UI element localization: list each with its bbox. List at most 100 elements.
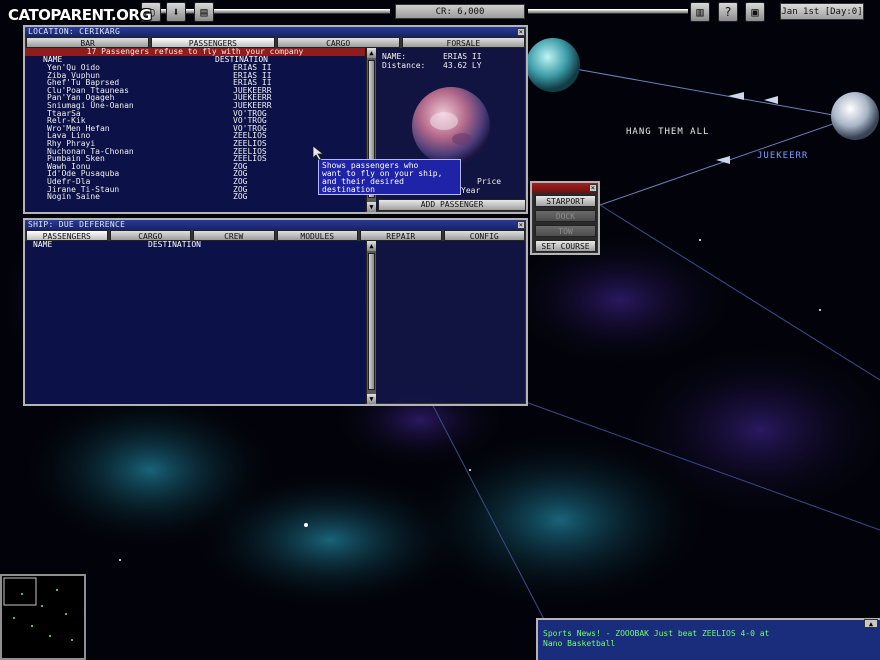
distance-value: 43.62 LY — [443, 61, 482, 70]
scroll-down-icon[interactable]: ▼ — [367, 202, 376, 212]
save-disk-icon[interactable]: ▣ — [745, 2, 765, 22]
tab-ship-config[interactable]: CONFIG — [443, 230, 525, 241]
passenger-name: Ghef'Tu Baprsed — [47, 79, 120, 87]
passenger-name: Lava Lino — [47, 132, 91, 140]
tab-passengers[interactable]: PASSENGERS — [151, 37, 275, 48]
tab-ship-crew[interactable]: CREW — [193, 230, 275, 241]
passengers-tooltip: Shows passengers who want to fly on your… — [318, 159, 461, 195]
ship-window: SHIP: DUE DEFERENCE × PASSENGERS CARGO C… — [23, 218, 528, 406]
location-window-title: LOCATION: CERIKARG × — [25, 27, 526, 37]
list-item[interactable]: Clu'Poan Ttauneas JUEKEERR — [25, 86, 365, 95]
minimap[interactable] — [0, 574, 86, 660]
passenger-name: Clu'Poan Ttauneas — [47, 86, 129, 95]
passenger-list-header: NAME DESTINATION — [25, 56, 365, 64]
passenger-name: Nuchonan Ta-Chonan — [47, 147, 134, 156]
passenger-name: Sniumagi Une-Oanan — [47, 101, 134, 110]
close-icon[interactable]: × — [517, 28, 525, 36]
list-item[interactable]: Ghef'Tu Baprsed ERIAS II — [25, 79, 365, 87]
passenger-name: Yen'Qu Oido — [47, 64, 100, 72]
add-passenger-button[interactable]: ADD PASSENGER — [378, 199, 526, 211]
scroll-up-icon[interactable]: ▲ — [367, 48, 376, 58]
news-line-1: Sports News! - ZOOOBAK Just beat ZEELIOS… — [543, 629, 770, 638]
price-line-2: Year — [461, 186, 481, 195]
list-item[interactable]: Nogin Saine ZOG — [25, 193, 365, 201]
list-item[interactable]: Ziba Vuphun ERIAS II — [25, 71, 365, 80]
ship-list-header: NAME DESTINATION — [25, 241, 365, 249]
location-title-text: LOCATION: CERIKARG — [28, 27, 121, 36]
list-item[interactable]: TtaarSa VO'TROG — [25, 109, 365, 118]
passenger-name: Relr-Kik — [47, 117, 86, 125]
passenger-name: Wro'Men Hefan — [47, 124, 110, 133]
ship-window-title: SHIP: DUE DEFERENCE × — [25, 220, 526, 230]
destination-planet-image — [412, 87, 490, 165]
credits-display: CR: 6,000 — [395, 4, 525, 19]
ship-col-destination: DESTINATION — [148, 241, 201, 249]
close-icon[interactable]: × — [517, 221, 525, 229]
passenger-name: Wawh Ionu — [47, 162, 91, 171]
download-icon[interactable]: ⬇ — [166, 2, 186, 22]
ship-scrollbar[interactable]: ▲ ▼ — [366, 241, 376, 404]
passenger-name: Pumbain Sken — [47, 155, 105, 163]
log-icon[interactable]: ▤ — [194, 2, 214, 22]
mouse-cursor-icon — [313, 146, 324, 160]
list-item[interactable]: Pan'Yan Ogageh JUEKEERR — [25, 94, 365, 102]
passenger-name: Rhy Phrayi — [47, 139, 96, 148]
top-rail-right — [528, 9, 688, 14]
list-item[interactable]: Udefr-Dla ZOG — [25, 178, 365, 186]
help-icon[interactable]: ? — [718, 2, 738, 22]
news-ticker: Sports News! - ZOOOBAK Just beat ZEELIOS… — [536, 618, 880, 660]
tab-cargo[interactable]: CARGO — [276, 37, 400, 48]
list-item[interactable]: Jirane Ti-Staun ZOG — [25, 185, 365, 194]
nav-panel: × STARPORT DOCK TOW SET COURSE — [530, 181, 600, 255]
price-line-1: Price — [477, 177, 502, 186]
tab-ship-modules[interactable]: MODULES — [276, 230, 358, 241]
tab-ship-cargo[interactable]: CARGO — [109, 230, 191, 241]
list-item[interactable]: Yen'Qu Oido ERIAS II — [25, 64, 365, 72]
tab-ship-passengers[interactable]: PASSENGERS — [26, 230, 108, 241]
passenger-rows: Yen'Qu Oido ERIAS II Ziba Vuphun ERIAS II Gh… — [25, 64, 365, 201]
tab-forsale[interactable]: FORSALE — [401, 37, 525, 48]
set-course-button[interactable]: SET COURSE — [535, 240, 596, 252]
passenger-name: Pan'Yan Ogageh — [47, 94, 115, 102]
minimap-view — [3, 577, 73, 641]
list-item[interactable]: Lava Lino ZEELIOS — [25, 132, 365, 140]
stats-chart-icon[interactable]: ▥ — [690, 2, 710, 22]
news-expand-icon[interactable]: ▲ — [864, 619, 878, 628]
list-item[interactable]: Sniumagi Une-Oanan JUEKEERR — [25, 102, 365, 110]
scroll-up-icon[interactable]: ▲ — [367, 241, 376, 251]
date-display: Jan 1st [Day:0] — [780, 3, 864, 20]
location-tabs: BAR PASSENGERS CARGO FORSALE — [25, 37, 526, 48]
passenger-name: Ziba Vuphun — [47, 71, 100, 80]
watermark-logo: CATOPARENT.ORG — [8, 6, 152, 24]
ship-scroll-thumb[interactable] — [368, 253, 375, 390]
planet-name-label: NAME: — [382, 52, 407, 61]
list-item[interactable]: Id'Ode Pusaquba ZOG — [25, 170, 365, 178]
dock-button[interactable]: DOCK — [535, 210, 596, 222]
tab-ship-repair[interactable]: REPAIR — [360, 230, 442, 241]
close-icon[interactable]: × — [589, 184, 597, 192]
passenger-destination: ZOG — [233, 192, 248, 202]
passenger-list: 17 Passengers refuse to fly with your co… — [25, 48, 365, 212]
passenger-name: Nogin Saine — [47, 193, 100, 201]
ship-col-name: NAME — [33, 241, 53, 249]
tooltip-line-4: destination — [322, 185, 375, 194]
list-item[interactable]: Wro'Men Hefan VO'TROG — [25, 124, 365, 133]
passenger-name: Id'Ode Pusaquba — [47, 170, 120, 178]
top-bar: ▢ ⬇ ▤ CR: 6,000 ▥ ? ▣ Jan 1st [Day:0] CA… — [0, 0, 880, 24]
list-item[interactable]: Wawh Ionu ZOG — [25, 162, 365, 171]
player-ship-label[interactable]: HANG THEM ALL — [626, 127, 709, 137]
ship-title-text: SHIP: DUE DEFERENCE — [28, 220, 126, 229]
tow-button[interactable]: TOW — [535, 225, 596, 237]
tab-bar[interactable]: BAR — [26, 37, 150, 48]
planet-name-value: ERIAS II — [443, 52, 482, 61]
passenger-name: Jirane Ti-Staun — [47, 185, 120, 194]
list-item[interactable]: Relr-Kik VO'TROG — [25, 117, 365, 125]
nav-panel-title: × — [532, 183, 598, 193]
refusal-banner: 17 Passengers refuse to fly with your co… — [25, 48, 365, 56]
col-name: NAME — [43, 55, 63, 64]
passenger-name: Udefr-Dla — [47, 177, 91, 186]
scroll-down-icon[interactable]: ▼ — [367, 394, 376, 404]
ship-tabs: PASSENGERS CARGO CREW MODULES REPAIR CON… — [25, 230, 526, 241]
planet-label-juekeerr[interactable]: JUEKEERR — [757, 151, 808, 161]
starport-button[interactable]: STARPORT — [535, 195, 596, 207]
